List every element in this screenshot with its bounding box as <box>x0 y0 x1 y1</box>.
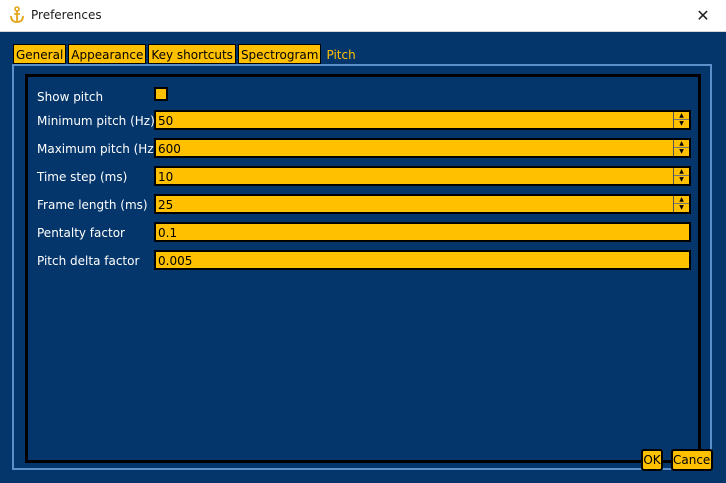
pitch-delta-factor-value: 0.005 <box>158 254 193 268</box>
pitch-settings-panel: Show pitch Minimum pitch (Hz) 50 ▲ ▼ Max… <box>25 74 701 463</box>
time-step-value: 10 <box>158 170 174 184</box>
tab-general[interactable]: General <box>13 44 67 64</box>
show-pitch-checkbox[interactable] <box>154 87 168 101</box>
maximum-pitch-spinbox[interactable]: 600 ▲ ▼ <box>154 138 691 158</box>
anchor-icon <box>10 6 24 23</box>
frame-length-row: Frame length (ms) 25 ▲ ▼ <box>28 194 698 216</box>
maximum-pitch-row: Maximum pitch (Hz) 600 ▲ ▼ <box>28 138 698 160</box>
time-step-label: Time step (ms) <box>37 170 128 184</box>
show-pitch-label: Show pitch <box>37 90 104 104</box>
tab-key-shortcuts[interactable]: Key shortcuts <box>148 44 236 64</box>
window-title: Preferences <box>31 8 102 22</box>
chevron-down-icon[interactable]: ▼ <box>674 204 689 212</box>
cancel-button[interactable]: Cancel <box>671 449 714 471</box>
minimum-pitch-value: 50 <box>158 114 174 128</box>
chevron-up-icon[interactable]: ▲ <box>674 140 689 148</box>
frame-length-spin-buttons: ▲ ▼ <box>673 196 689 212</box>
minimum-pitch-row: Minimum pitch (Hz) 50 ▲ ▼ <box>28 110 698 132</box>
penalty-factor-row: Pentalty factor 0.1 <box>28 222 698 244</box>
pitch-delta-factor-row: Pitch delta factor 0.005 <box>28 250 698 272</box>
chevron-up-icon[interactable]: ▲ <box>674 168 689 176</box>
minimum-pitch-label: Minimum pitch (Hz) <box>37 114 155 128</box>
tab-spectrogram[interactable]: Spectrogram <box>237 44 322 64</box>
maximum-pitch-label: Maximum pitch (Hz) <box>37 142 159 156</box>
time-step-row: Time step (ms) 10 ▲ ▼ <box>28 166 698 188</box>
frame-length-value: 25 <box>158 198 174 212</box>
ok-button[interactable]: OK <box>641 449 663 471</box>
tab-pitch[interactable]: Pitch <box>323 44 359 64</box>
dialog-body: General Appearance Key shortcuts Spectro… <box>0 32 726 483</box>
maximum-pitch-spin-buttons: ▲ ▼ <box>673 140 689 156</box>
title-bar: Preferences ✕ <box>0 0 726 32</box>
frame-length-label: Frame length (ms) <box>37 198 148 212</box>
minimum-pitch-spin-buttons: ▲ ▼ <box>673 112 689 128</box>
tab-appearance[interactable]: Appearance <box>68 44 147 64</box>
penalty-factor-input[interactable]: 0.1 <box>154 222 691 242</box>
close-button[interactable]: ✕ <box>680 0 726 31</box>
pitch-tab-pane: Show pitch Minimum pitch (Hz) 50 ▲ ▼ Max… <box>12 64 712 470</box>
penalty-factor-label: Pentalty factor <box>37 226 125 240</box>
tab-bar: General Appearance Key shortcuts Spectro… <box>13 44 361 64</box>
pitch-delta-factor-label: Pitch delta factor <box>37 254 140 268</box>
minimum-pitch-spinbox[interactable]: 50 ▲ ▼ <box>154 110 691 130</box>
penalty-factor-value: 0.1 <box>158 226 178 240</box>
maximum-pitch-value: 600 <box>158 142 181 156</box>
time-step-spin-buttons: ▲ ▼ <box>673 168 689 184</box>
chevron-down-icon[interactable]: ▼ <box>674 176 689 184</box>
time-step-spinbox[interactable]: 10 ▲ ▼ <box>154 166 691 186</box>
close-icon: ✕ <box>696 6 710 25</box>
chevron-down-icon[interactable]: ▼ <box>674 120 689 128</box>
chevron-up-icon[interactable]: ▲ <box>674 196 689 204</box>
show-pitch-row: Show pitch <box>28 86 698 108</box>
frame-length-spinbox[interactable]: 25 ▲ ▼ <box>154 194 691 214</box>
chevron-down-icon[interactable]: ▼ <box>674 148 689 156</box>
chevron-up-icon[interactable]: ▲ <box>674 112 689 120</box>
pitch-delta-factor-input[interactable]: 0.005 <box>154 250 691 270</box>
